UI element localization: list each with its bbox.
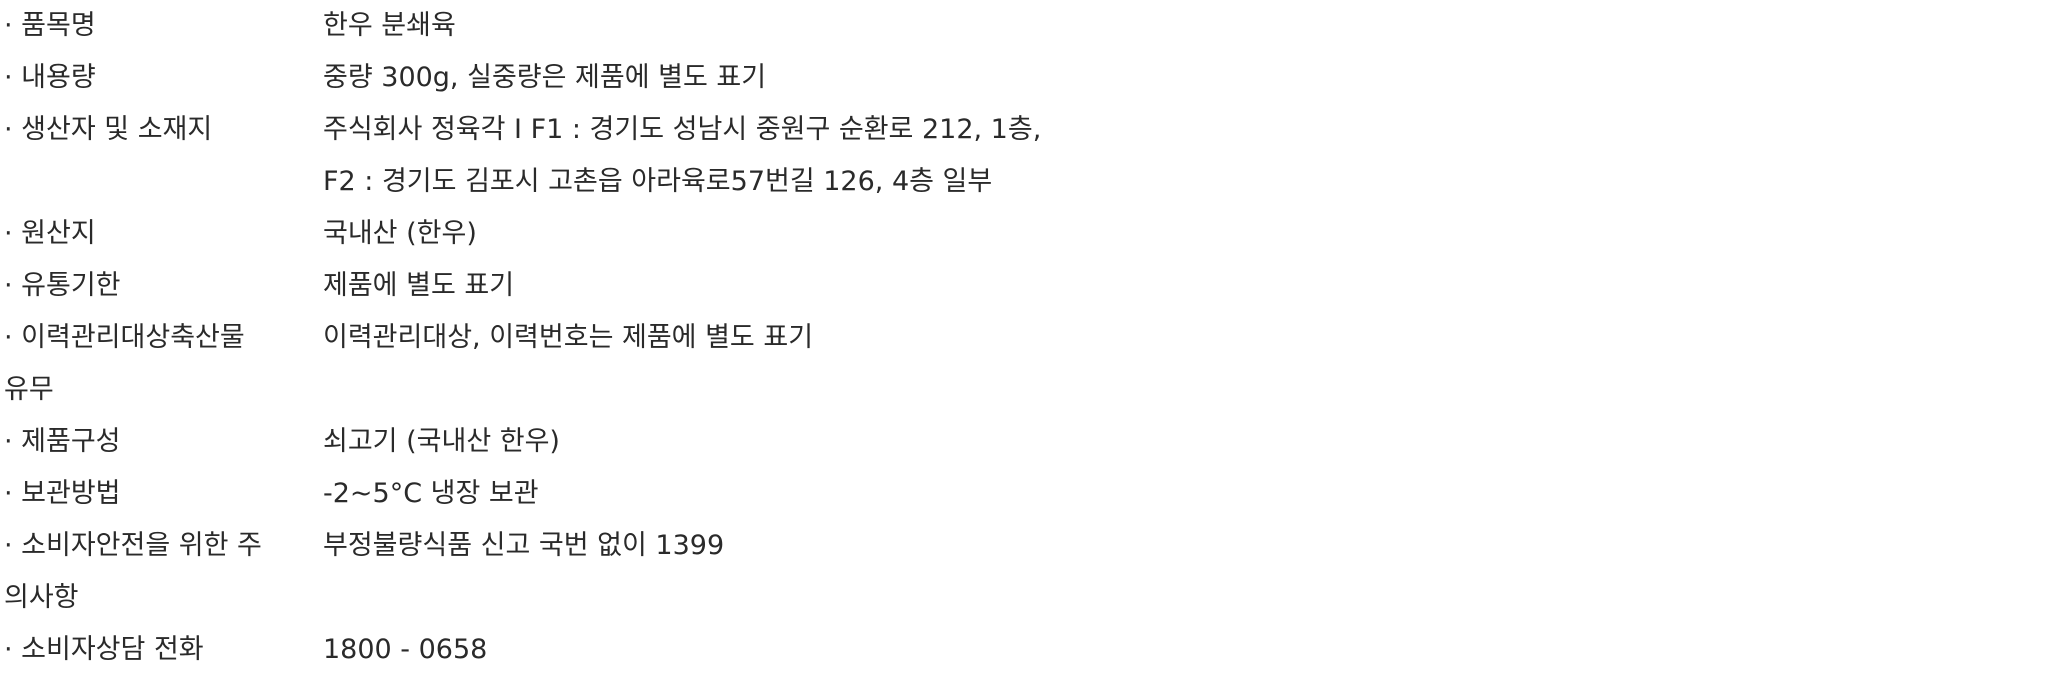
info-row-traceability-cont: 유무 [0,364,2058,416]
info-label: · 보관방법 [4,478,121,509]
info-row-safety: · 소비자안전을 위한 주 부정불량식품 신고 국번 없이 1399 [0,520,2058,572]
info-row-traceability: · 이력관리대상축산물 이력관리대상, 이력번호는 제품에 별도 표기 [0,312,2058,364]
info-label: · 원산지 [4,218,96,249]
info-row-producer-cont: F2 : 경기도 김포시 고촌읍 아라육로57번길 126, 4층 일부 [0,156,2058,208]
info-row-origin: · 원산지 국내산 (한우) [0,208,2058,260]
info-row-customer-phone: · 소비자상담 전화 1800 - 0658 [0,624,2058,676]
info-label: · 품목명 [4,10,96,41]
info-row-composition: · 제품구성 쇠고기 (국내산 한우) [0,416,2058,468]
product-info-table: · 품목명 한우 분쇄육 · 내용량 중량 300g, 실중량은 제품에 별도 … [0,0,2058,673]
info-value: 국내산 (한우) [323,218,477,249]
info-label: · 이력관리대상축산물 [4,322,245,353]
info-value: F2 : 경기도 김포시 고촌읍 아라육로57번길 126, 4층 일부 [323,166,993,197]
info-row-contents: · 내용량 중량 300g, 실중량은 제품에 별도 표기 [0,52,2058,104]
info-label: · 소비자상담 전화 [4,634,204,665]
info-value: 1800 - 0658 [323,634,488,665]
info-row-product-name: · 품목명 한우 분쇄육 [0,0,2058,52]
info-row-safety-cont: 의사항 [0,572,2058,624]
info-value: 한우 분쇄육 [323,10,456,41]
info-value: 주식회사 정육각 I F1 : 경기도 성남시 중원구 순환로 212, 1층, [323,114,1042,145]
info-label: 유무 [4,374,54,405]
info-row-expiry: · 유통기한 제품에 별도 표기 [0,260,2058,312]
info-label: · 유통기한 [4,270,121,301]
info-value: 쇠고기 (국내산 한우) [323,426,560,457]
info-value: 이력관리대상, 이력번호는 제품에 별도 표기 [323,322,814,353]
info-row-storage: · 보관방법 -2~5°C 냉장 보관 [0,468,2058,520]
info-label: · 제품구성 [4,426,121,457]
info-label: · 생산자 및 소재지 [4,114,213,145]
info-value: 제품에 별도 표기 [323,270,515,301]
info-label: 의사항 [4,582,79,613]
info-label: · 내용량 [4,62,96,93]
info-value: 중량 300g, 실중량은 제품에 별도 표기 [323,62,767,93]
info-value: 부정불량식품 신고 국번 없이 1399 [323,530,725,561]
info-value: -2~5°C 냉장 보관 [323,478,539,509]
info-row-producer: · 생산자 및 소재지 주식회사 정육각 I F1 : 경기도 성남시 중원구 … [0,104,2058,156]
info-label: · 소비자안전을 위한 주 [4,530,262,561]
